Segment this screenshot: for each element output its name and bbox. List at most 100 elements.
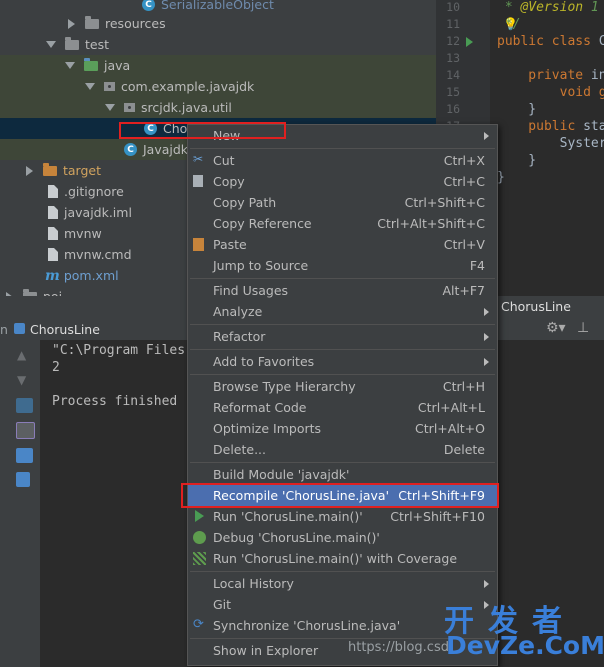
tree-item-label: target (63, 163, 102, 178)
menu-item-label: Analyze (213, 304, 263, 319)
watermark-url: https://blog.csd (348, 640, 449, 655)
menu-item-label: Run 'ChorusLine.main()' with Coverage (213, 551, 458, 566)
tree-item-package[interactable]: com.example.javajdk (0, 76, 436, 97)
tree-item-label: java (104, 58, 131, 73)
scroll-to-end-icon[interactable] (16, 422, 35, 439)
code-text: Syster (497, 136, 604, 151)
tree-item-test[interactable]: test (0, 34, 436, 55)
menu-item-copy-reference[interactable]: Copy Reference Ctrl+Alt+Shift+C (188, 213, 497, 234)
menu-item-browse-type-hierarchy[interactable]: Browse Type Hierarchy Ctrl+H (188, 376, 497, 397)
collapse-arrow-icon[interactable] (65, 62, 75, 69)
annotation-highlight-file (119, 122, 286, 139)
folder-icon (43, 162, 57, 176)
expand-arrow-icon[interactable] (26, 165, 33, 176)
menu-separator (190, 148, 495, 149)
line-number: 15 (446, 85, 460, 99)
menu-item-local-history[interactable]: Local History (188, 573, 497, 594)
code-text: in (590, 68, 604, 83)
menu-item-reformat-code[interactable]: Reformat Code Ctrl+Alt+L (188, 397, 497, 418)
menu-item-paste[interactable]: Paste Ctrl+V (188, 234, 497, 255)
line-number: 11 (446, 17, 460, 31)
maven-icon: m (45, 267, 60, 284)
menu-item-jump-to-source[interactable]: Jump to Source F4 (188, 255, 497, 276)
menu-item-shortcut: Delete (443, 442, 485, 457)
menu-item-optimize-imports[interactable]: Optimize Imports Ctrl+Alt+O (188, 418, 497, 439)
code-line: public class C (497, 34, 604, 49)
menu-item-analyze[interactable]: Analyze (188, 301, 497, 322)
code-text: } (497, 153, 537, 168)
menu-item-build-module[interactable]: Build Module 'javajdk' (188, 464, 497, 485)
menu-item-label: Find Usages (213, 283, 289, 298)
menu-item-run[interactable]: Run 'ChorusLine.main()' Ctrl+Shift+F10 (188, 506, 497, 527)
code-line: private in (497, 68, 604, 83)
trash-icon[interactable] (16, 472, 30, 487)
code-text: C (598, 34, 604, 49)
menu-separator (190, 374, 495, 375)
menu-item-label: Reformat Code (213, 400, 307, 415)
menu-item-label: Git (213, 597, 232, 612)
tree-item-label: mvnw.cmd (64, 247, 132, 262)
tree-item-resources[interactable]: resources (0, 13, 436, 34)
collapse-arrow-icon[interactable] (85, 83, 95, 90)
run-label-prefix: n (0, 322, 8, 337)
print-icon[interactable] (16, 448, 33, 463)
code-annotation: @Version (520, 0, 584, 15)
down-arrow-icon[interactable]: ▼ (17, 373, 26, 387)
code-comment: * (497, 0, 521, 15)
menu-item-shortcut: Ctrl+V (443, 237, 485, 252)
code-line: } (497, 170, 505, 185)
tree-item-label: srcjdk.java.util (141, 100, 232, 115)
code-line: */ (497, 17, 521, 32)
menu-item-label: Browse Type Hierarchy (213, 379, 356, 394)
debug-icon (193, 531, 206, 544)
menu-item-copy[interactable]: Copy Ctrl+C (188, 171, 497, 192)
file-icon (48, 227, 58, 240)
code-comment: */ (504, 17, 521, 32)
coverage-icon (193, 552, 206, 565)
tree-item-label: Javajdk (143, 142, 189, 157)
menu-item-copy-path[interactable]: Copy Path Ctrl+Shift+C (188, 192, 497, 213)
menu-item-add-to-favorites[interactable]: Add to Favorites (188, 351, 497, 372)
expand-arrow-icon[interactable] (68, 18, 75, 29)
menu-item-find-usages[interactable]: Find Usages Alt+F7 (188, 280, 497, 301)
menu-item-run-with-coverage[interactable]: Run 'ChorusLine.main()' with Coverage (188, 548, 497, 569)
collapse-arrow-icon[interactable] (46, 41, 56, 48)
tree-item-label: resources (105, 16, 166, 31)
run-tab-chorusline[interactable]: ChorusLine (501, 299, 571, 314)
code-keyword: private (497, 68, 584, 83)
menu-item-delete[interactable]: Delete... Delete (188, 439, 497, 460)
code-comment (497, 17, 505, 32)
menu-item-label: Optimize Imports (213, 421, 322, 436)
menu-item-label: Build Module 'javajdk' (213, 467, 350, 482)
sync-icon: ⟳ (193, 617, 204, 632)
menu-item-label: Jump to Source (213, 258, 309, 273)
menu-item-cut[interactable]: ✂ Cut Ctrl+X (188, 150, 497, 171)
package-icon (104, 82, 115, 91)
menu-item-label: Copy Reference (213, 216, 312, 231)
tree-item-java[interactable]: java (0, 55, 436, 76)
menu-item-label: Copy (213, 174, 245, 189)
hide-panel-icon[interactable]: ⊥ (577, 320, 589, 336)
watermark-logo-domain: DevZe.CoM (446, 631, 604, 660)
run-gutter-icon[interactable] (466, 37, 473, 47)
collapse-arrow-icon[interactable] (105, 104, 115, 111)
code-keyword: public (497, 119, 576, 134)
code-text: sta (575, 119, 604, 134)
up-arrow-icon[interactable]: ▲ (17, 348, 26, 362)
menu-separator (190, 324, 495, 325)
run-panel-title: ChorusLine (30, 322, 100, 337)
tree-item-label: mvnw (64, 226, 102, 241)
copy-icon (193, 175, 203, 187)
run-side-toolbar: ▲ ▼ (0, 340, 40, 667)
tree-item-label: javajdk.iml (64, 205, 132, 220)
menu-item-debug[interactable]: Debug 'ChorusLine.main()' (188, 527, 497, 548)
scissors-icon: ✂ (193, 152, 204, 166)
menu-item-shortcut: Ctrl+Alt+O (415, 421, 485, 436)
menu-item-refactor[interactable]: Refactor (188, 326, 497, 347)
menu-item-label: Run 'ChorusLine.main()' (213, 509, 363, 524)
soft-wrap-icon[interactable] (16, 398, 33, 413)
menu-item-shortcut: Ctrl+Shift+F10 (390, 509, 485, 524)
gear-icon[interactable]: ⚙▾ (546, 320, 566, 336)
tree-item-subpackage[interactable]: srcjdk.java.util (0, 97, 436, 118)
menu-item-label: Cut (213, 153, 235, 168)
